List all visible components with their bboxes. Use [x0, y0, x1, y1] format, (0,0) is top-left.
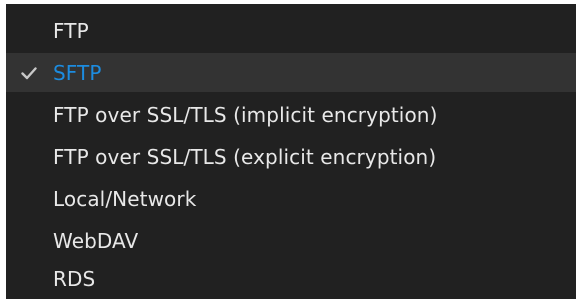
menu-item-label: WebDAV: [53, 228, 139, 253]
menu-item-label: FTP over SSL/TLS (implicit encryption): [53, 102, 438, 127]
menu-item-label: SFTP: [53, 60, 102, 85]
connection-type-dropdown-menu: FTP SFTP FTP over SSL/TLS (implicit encr…: [6, 4, 576, 299]
menu-item-label: FTP over SSL/TLS (explicit encryption): [53, 144, 437, 169]
menu-item-webdav[interactable]: WebDAV: [6, 221, 576, 260]
menu-item-label: RDS: [53, 266, 96, 291]
menu-item-local-network[interactable]: Local/Network: [6, 179, 576, 218]
checkmark-icon: [21, 67, 37, 80]
menu-item-ftp-explicit-tls[interactable]: FTP over SSL/TLS (explicit encryption): [6, 137, 576, 176]
menu-item-sftp[interactable]: SFTP: [6, 53, 576, 92]
menu-item-ftp[interactable]: FTP: [6, 11, 576, 50]
menu-item-label: Local/Network: [53, 186, 197, 211]
menu-item-rds[interactable]: RDS: [6, 259, 576, 298]
menu-item-ftp-implicit-tls[interactable]: FTP over SSL/TLS (implicit encryption): [6, 95, 576, 134]
menu-item-label: FTP: [53, 18, 89, 43]
